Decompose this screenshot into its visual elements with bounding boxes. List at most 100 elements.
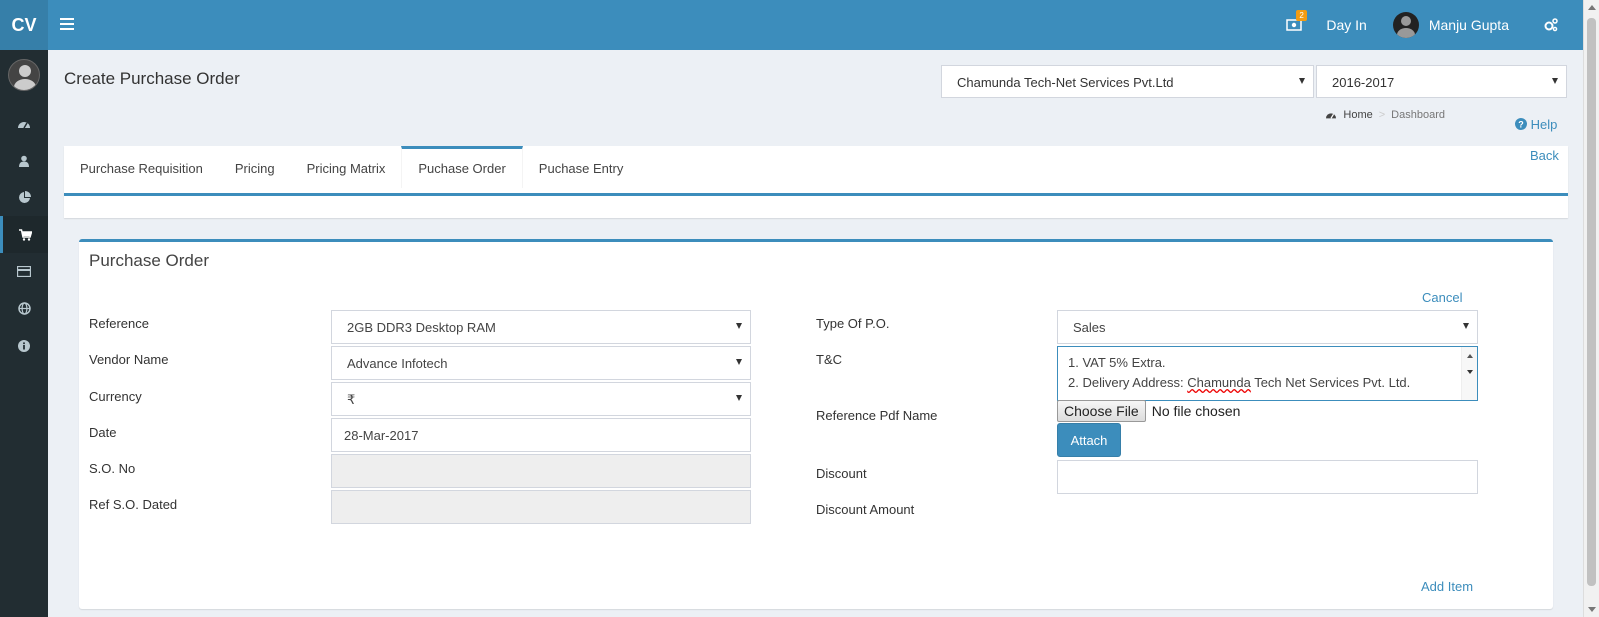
user-icon [19,155,29,167]
no-file-chosen-text: No file chosen [1151,403,1241,419]
purchase-tabs: Purchase Requisition Pricing Pricing Mat… [64,146,1568,218]
tc-line-2: 2. Delivery Address: Chamunda Tech Net S… [1068,373,1467,393]
discount-label: Discount [816,466,867,481]
scroll-down-icon[interactable] [1588,607,1596,612]
breadcrumb-separator: > [1378,109,1386,121]
breadcrumb-home[interactable]: Home [1343,109,1372,121]
user-avatar [1392,12,1419,38]
tc-label: T&C [816,352,842,367]
tab-purchase-entry[interactable]: Puchase Entry [523,146,640,188]
globe-icon [17,302,31,315]
chevron-down-icon [1299,78,1305,84]
sidebar-item-info[interactable] [0,327,48,364]
textarea-scrollbar[interactable] [1461,347,1477,400]
sidebar-item-purchase[interactable] [0,216,48,253]
chevron-down-icon [736,395,742,401]
date-input[interactable]: 28-Mar-2017 [331,418,751,452]
tab-pricing[interactable]: Pricing [219,146,291,188]
sidebar-item-reports[interactable] [0,179,48,216]
sidebar-avatar[interactable] [8,59,40,91]
chevron-down-icon [736,359,742,365]
currency-value: ₹ [347,392,356,407]
settings-button[interactable] [1539,17,1563,33]
chevron-down-icon [736,323,742,329]
tc-line-2-suffix: Tech Net Services Pvt. Ltd. [1250,375,1411,390]
ref-so-dated-input [331,490,751,524]
chevron-down-icon [1463,323,1469,329]
tc-line-1: 1. VAT 5% Extra. [1068,355,1166,370]
purchase-order-form: Purchase Order Cancel Reference 2GB DDR3… [79,239,1553,609]
user-name: Manju Gupta [1428,17,1509,33]
cart-icon [19,228,32,241]
cancel-link[interactable]: Cancel [1422,290,1462,305]
tab-list: Purchase Requisition Pricing Pricing Mat… [64,146,1568,188]
reference-pdf-label: Reference Pdf Name [816,408,938,423]
page-scrollbar[interactable] [1583,0,1599,617]
company-select[interactable]: Chamunda Tech-Net Services Pvt.Ltd [941,65,1314,98]
so-no-label: S.O. No [89,461,136,476]
question-circle-icon: ? [1515,118,1527,130]
tc-line-2-prefix: 2. Delivery Address: [1068,375,1188,390]
scroll-up-icon [1467,354,1473,358]
chevron-down-icon [1552,78,1558,84]
type-of-po-select[interactable]: Sales [1057,310,1478,344]
financial-year-value: 2016-2017 [1332,75,1395,90]
company-select-value: Chamunda Tech-Net Services Pvt.Ltd [957,75,1174,90]
info-icon [18,339,30,352]
scroll-up-icon[interactable] [1588,5,1596,10]
day-in-button[interactable]: Day In [1326,17,1366,33]
tab-purchase-order[interactable]: Puchase Order [401,146,523,188]
breadcrumb-current: Dashboard [1391,109,1445,121]
help-label: Help [1530,117,1558,132]
vendor-name-value: Advance Infotech [347,356,448,371]
discount-amount-label: Discount Amount [816,502,915,517]
credit-card-icon [17,266,31,277]
notification-count-badge: 2 [1296,10,1307,21]
sidebar-item-dashboard[interactable] [0,105,48,142]
pie-chart-icon [18,191,31,203]
back-link[interactable]: Back [1530,148,1559,163]
currency-label: Currency [89,389,142,404]
sidebar [0,50,48,617]
date-label: Date [89,425,117,440]
sidebar-item-global[interactable] [0,290,48,327]
so-no-input [331,454,751,488]
user-menu[interactable]: Manju Gupta [1392,12,1509,38]
financial-year-select[interactable]: 2016-2017 [1316,65,1567,98]
app-logo[interactable]: CV [0,0,48,50]
ref-so-dated-label: Ref S.O. Dated [89,497,178,512]
sidebar-toggle-icon[interactable] [60,15,78,35]
tab-content-divider [64,193,1568,196]
page-title: Create Purchase Order [64,69,240,88]
dashboard-icon [18,121,30,128]
form-title: Purchase Order [89,251,209,270]
tab-pricing-matrix[interactable]: Pricing Matrix [291,146,402,188]
file-picker: Choose File No file chosen [1057,400,1240,422]
top-navbar: CV 2 Day In Manju Gupta [0,0,1583,50]
type-of-po-label: Type Of P.O. [816,316,890,331]
date-value: 28-Mar-2017 [344,428,419,443]
type-of-po-value: Sales [1073,320,1106,335]
tc-textarea[interactable]: 1. VAT 5% Extra. 2. Delivery Address: Ch… [1057,346,1478,401]
choose-file-button[interactable]: Choose File [1057,400,1146,422]
sidebar-item-users[interactable] [0,142,48,179]
breadcrumb: Home > Dashboard [1325,109,1445,121]
discount-input[interactable] [1057,460,1478,494]
dashboard-icon [1326,113,1337,119]
scrollbar-thumb[interactable] [1587,18,1596,586]
svg-text:?: ? [1518,120,1524,130]
sidebar-item-payments[interactable] [0,253,48,290]
reference-select[interactable]: 2GB DDR3 Desktop RAM [331,310,751,344]
tc-line-2-misspelled-word: Chamunda [1187,375,1251,390]
attach-button[interactable]: Attach [1057,423,1121,457]
add-item-link[interactable]: Add Item [1421,579,1473,594]
reference-label: Reference [89,316,149,331]
help-link[interactable]: ? Help [1515,117,1557,132]
vendor-name-select[interactable]: Advance Infotech [331,346,751,380]
currency-select[interactable]: ₹ [331,382,751,416]
notifications-button[interactable]: 2 [1274,0,1314,50]
reference-value: 2GB DDR3 Desktop RAM [347,320,496,335]
tab-purchase-requisition[interactable]: Purchase Requisition [64,146,219,188]
vendor-name-label: Vendor Name [89,352,169,367]
scroll-down-icon [1467,370,1473,374]
